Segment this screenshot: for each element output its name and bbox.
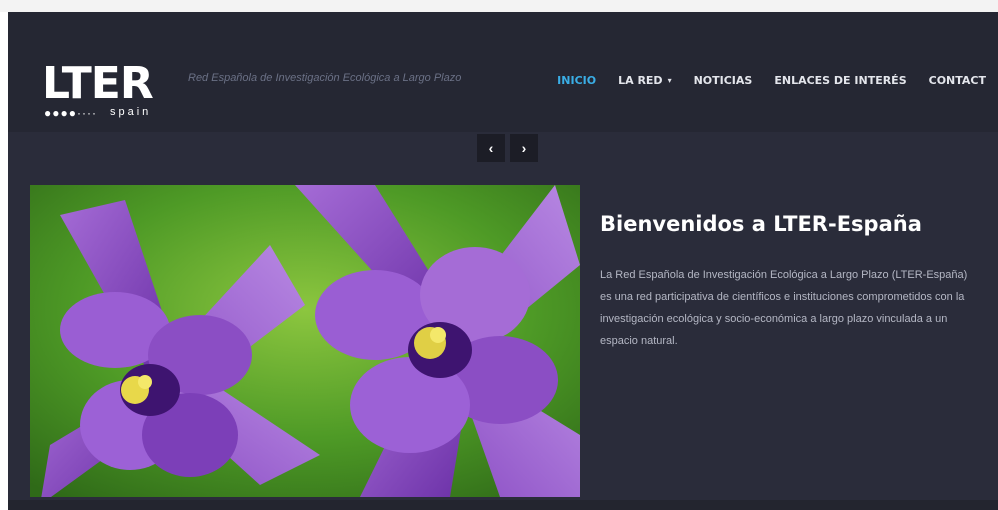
nav-item-inicio[interactable]: INICIO	[557, 74, 596, 87]
slide-description: La Red Española de Investigación Ecológi…	[600, 269, 968, 347]
slider-prev-button[interactable]: ‹	[477, 134, 505, 162]
nav-item-label: NOTICIAS	[693, 74, 753, 87]
nav-item-contact[interactable]: CONTACT	[929, 74, 986, 87]
logo-wordmark: LTER	[42, 58, 154, 109]
site-logo[interactable]: LTER ●●●●···· spain	[42, 62, 162, 126]
logo-subtitle: spain	[110, 106, 152, 118]
nav-item-noticias[interactable]: NOTICIAS	[694, 74, 753, 87]
slider-next-button[interactable]: ›	[510, 134, 538, 162]
site-header: LTER ●●●●···· spain Red Española de Inve…	[8, 12, 998, 132]
chevron-left-icon: ‹	[488, 140, 494, 156]
chevron-down-icon: ▾	[667, 76, 672, 85]
main-nav: INICIO LA RED ▾ NOTICIAS ENLACES DE INTE…	[535, 74, 986, 87]
content-divider	[8, 500, 998, 510]
page: LTER ●●●●···· spain Red Española de Inve…	[8, 12, 998, 510]
slide-image-flowers	[30, 185, 580, 497]
nav-item-la-red[interactable]: LA RED ▾	[618, 74, 671, 87]
slide-title: Bienvenidos a LTER-España	[600, 212, 922, 236]
nav-item-label: LA RED	[618, 74, 663, 87]
chevron-right-icon: ›	[521, 140, 527, 156]
nav-item-label: CONTACT	[928, 74, 986, 87]
nav-item-label: ENLACES DE INTERÉS	[774, 74, 907, 87]
nav-item-label: INICIO	[557, 74, 597, 87]
nav-item-enlaces-de-interes[interactable]: ENLACES DE INTERÉS	[774, 74, 906, 87]
slider-arrows: ‹ ›	[477, 134, 543, 162]
browser-top-strip	[0, 0, 998, 12]
logo-dots: ●●●●····	[44, 106, 97, 120]
site-tagline: Red Española de Investigación Ecológica …	[188, 72, 462, 84]
